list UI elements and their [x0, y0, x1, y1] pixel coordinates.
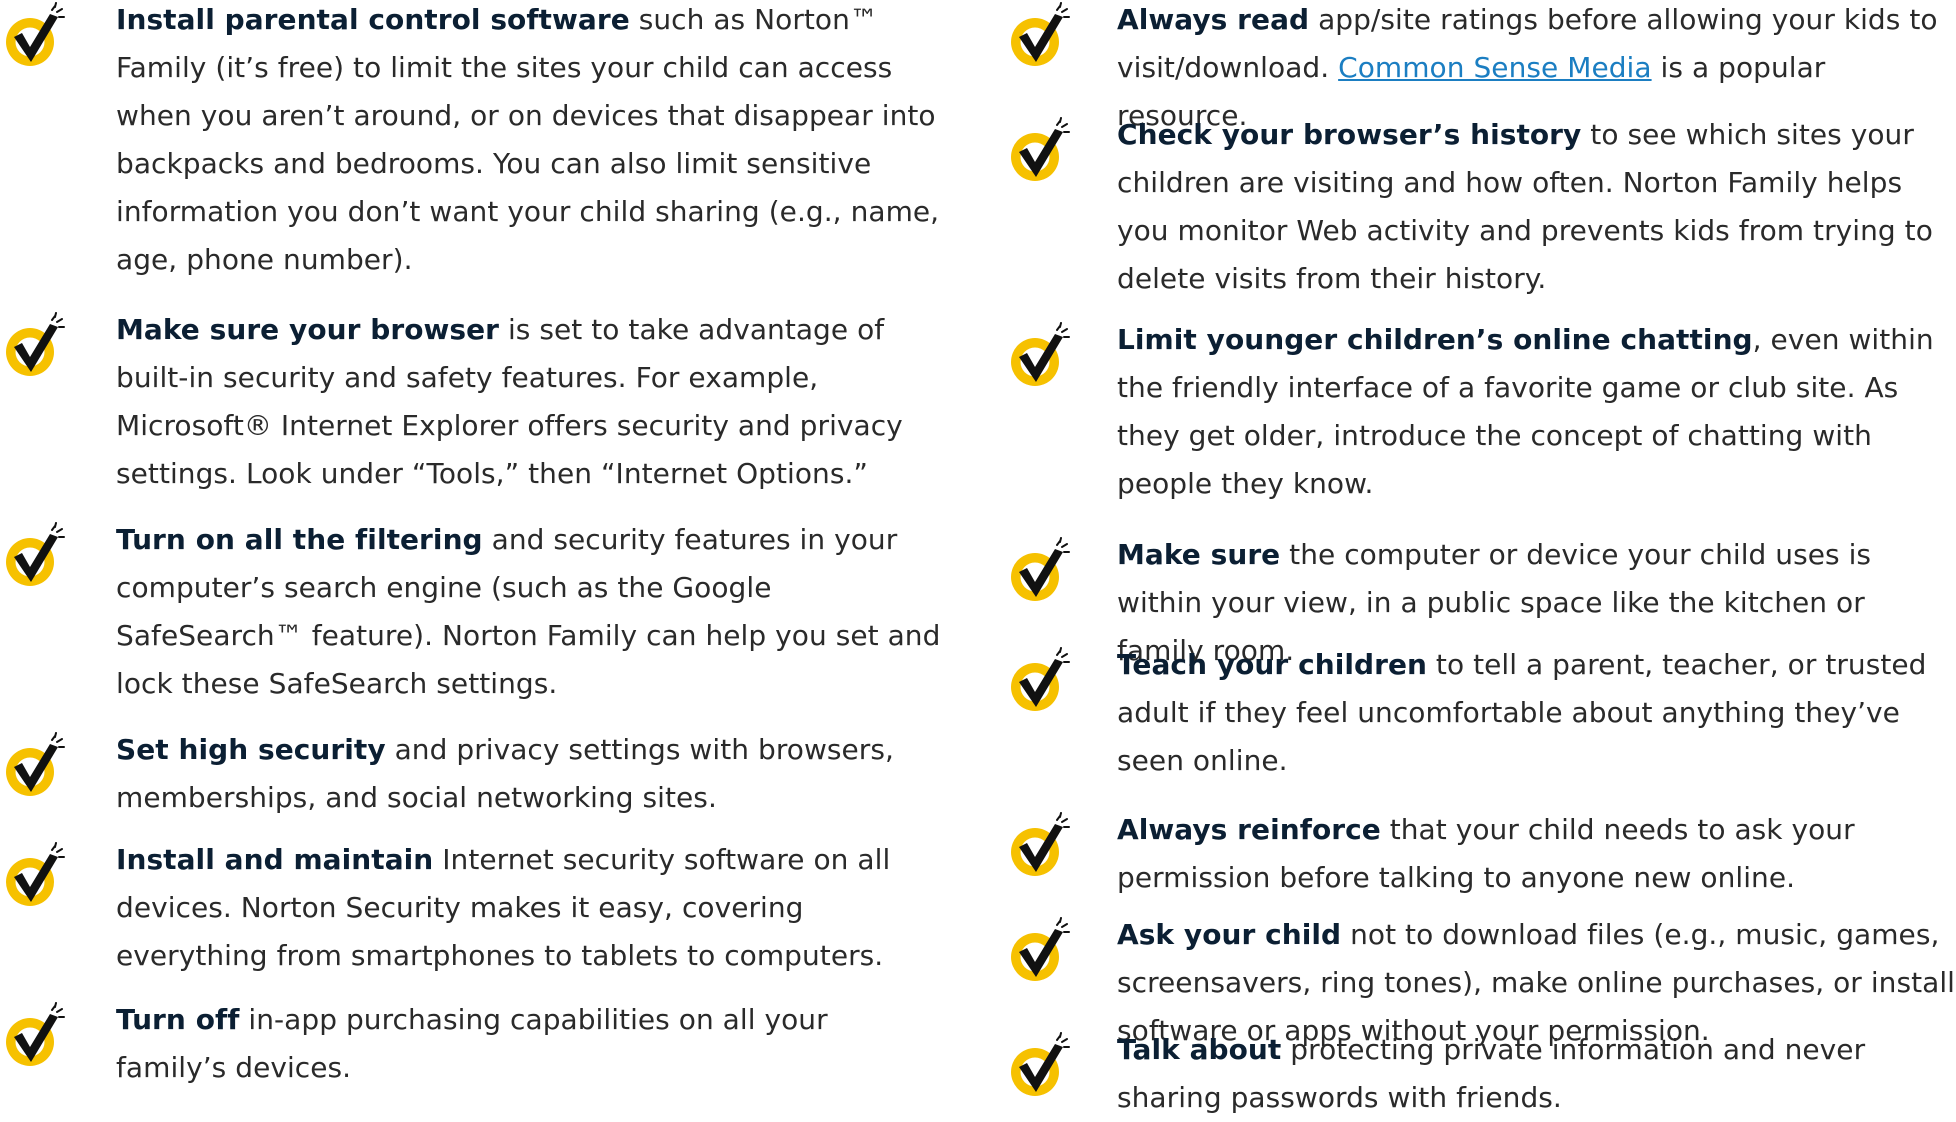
tip-text: Install parental control software such a… — [116, 0, 946, 284]
tip-lead: Turn on all the filtering — [116, 523, 483, 556]
tip-lead: Make sure your browser — [116, 313, 500, 346]
checkmark-badge-icon — [0, 312, 68, 380]
tip-lead: Limit younger children’s online chatting — [1117, 323, 1753, 356]
checkmark-badge-icon — [0, 732, 68, 800]
tip-lead: Make sure — [1117, 538, 1281, 571]
checkmark-badge-icon — [1005, 117, 1073, 185]
checkmark-badge-icon — [0, 1002, 68, 1070]
tip-lead: Install and maintain — [116, 843, 434, 876]
tip-text: Make sure your browser is set to take ad… — [116, 306, 946, 498]
checkmark-badge-icon — [1005, 647, 1073, 715]
tip-lead: Always read — [1117, 3, 1310, 36]
tip-text: Turn on all the filtering and security f… — [116, 516, 946, 708]
checkmark-badge-icon — [1005, 1032, 1073, 1100]
tip-lead: Check your browser’s history — [1117, 118, 1582, 151]
checkmark-badge-icon — [0, 2, 68, 70]
checkmark-badge-icon — [1005, 917, 1073, 985]
tip-text: Turn off in-app purchasing capabilities … — [116, 996, 946, 1092]
tip-text: Limit younger children’s online chatting… — [1117, 316, 1956, 508]
common-sense-media-link[interactable]: Common Sense Media — [1338, 51, 1651, 84]
tip-body: such as Norton™ Family (it’s free) to li… — [116, 3, 940, 276]
checkmark-badge-icon — [0, 522, 68, 590]
checkmark-badge-icon — [1005, 537, 1073, 605]
tip-text: Always reinforce that your child needs t… — [1117, 806, 1956, 902]
tip-lead: Install parental control software — [116, 3, 630, 36]
tip-text: Check your browser’s history to see whic… — [1117, 111, 1956, 303]
tip-text: Teach your children to tell a parent, te… — [1117, 641, 1956, 785]
tip-lead: Ask your child — [1117, 918, 1342, 951]
tip-text: Talk about protecting private informatio… — [1117, 1026, 1956, 1122]
tip-lead: Talk about — [1117, 1033, 1282, 1066]
checkmark-badge-icon — [1005, 2, 1073, 70]
tip-lead: Always reinforce — [1117, 813, 1381, 846]
tip-lead: Teach your children — [1117, 648, 1427, 681]
tip-text: Set high security and privacy settings w… — [116, 726, 946, 822]
tip-text: Install and maintain Internet security s… — [116, 836, 946, 980]
tip-lead: Turn off — [116, 1003, 240, 1036]
checkmark-badge-icon — [0, 842, 68, 910]
tip-lead: Set high security — [116, 733, 386, 766]
checkmark-badge-icon — [1005, 322, 1073, 390]
checkmark-badge-icon — [1005, 812, 1073, 880]
